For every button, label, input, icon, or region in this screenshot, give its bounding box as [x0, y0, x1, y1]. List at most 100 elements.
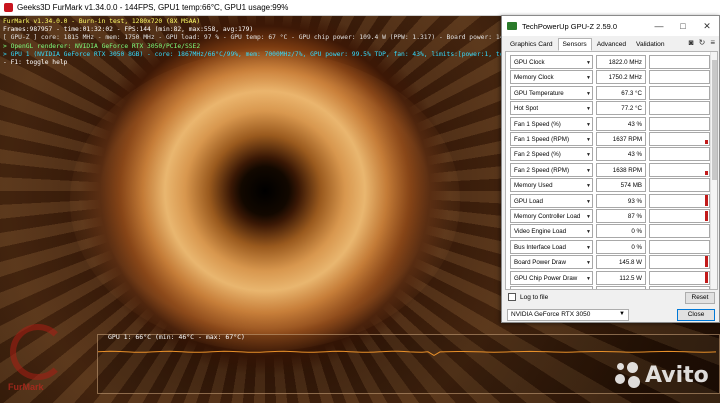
gpuz-window: TechPowerUp GPU-Z 2.59.0 — □ ✕ Graphics … [501, 15, 720, 323]
sensors-scrollbar-thumb[interactable] [712, 60, 717, 180]
refresh-icon[interactable]: ↻ [699, 38, 706, 48]
sensor-row: Memory Controller Load ▼ 87 % [510, 209, 710, 223]
camera-icon[interactable]: ◙ [689, 38, 694, 48]
furmark-titlebar: Geeks3D FurMark v1.34.0.0 - 144FPS, GPU1… [0, 0, 720, 16]
sensor-row: Fan 1 Speed (RPM) ▼ 1637 RPM [510, 132, 710, 146]
sensor-value: 93 % [596, 193, 646, 208]
gpuz-titlebar[interactable]: TechPowerUp GPU-Z 2.59.0 — □ ✕ [502, 16, 719, 36]
tab-sensors[interactable]: Sensors [557, 38, 592, 51]
sensor-name[interactable]: GPU Chip Power Draw [510, 270, 593, 285]
sensor-dropdown-icon[interactable]: ▼ [586, 199, 591, 205]
sensor-dropdown-icon[interactable]: ▼ [586, 168, 591, 174]
sensor-graph-bar [705, 211, 708, 221]
sensor-graph [649, 286, 710, 289]
furmark-logo-wordmark: FurMark [8, 382, 44, 392]
furmark-logo: FurMark [6, 320, 86, 400]
gpu-select-dropdown[interactable]: NVIDIA GeForce RTX 3050 ▼ [507, 309, 629, 321]
sensor-name[interactable]: Fan 2 Speed (%) [510, 147, 593, 162]
gpuz-window-buttons: — □ ✕ [647, 16, 719, 36]
log-to-file-checkbox[interactable] [508, 293, 516, 301]
sensor-graph [649, 239, 710, 254]
sensor-dropdown-icon[interactable]: ▼ [586, 137, 591, 143]
sensor-dropdown-icon[interactable]: ▼ [586, 245, 591, 251]
maximize-icon[interactable]: □ [671, 16, 695, 36]
sensor-graph [649, 85, 710, 100]
sensor-value: 87 % [596, 209, 646, 223]
minimize-icon[interactable]: — [647, 16, 671, 36]
sensor-value: 1822.0 MHz [596, 55, 646, 69]
gpuz-app-icon [507, 22, 517, 30]
sensor-name[interactable]: Bus Interface Load [510, 239, 593, 254]
sensor-name[interactable]: PWR_SRC Power Draw [510, 286, 593, 289]
sensor-value: 67.3 °C [596, 85, 646, 100]
tab-graphics-card[interactable]: Graphics Card [505, 38, 558, 51]
sensor-name[interactable]: Video Engine Load [510, 224, 593, 239]
sensor-row: Fan 2 Speed (%) ▼ 43 % [510, 147, 710, 162]
sensor-graph [649, 255, 710, 270]
sensor-dropdown-icon[interactable]: ▼ [586, 106, 591, 112]
furmark-window-title: Geeks3D FurMark v1.34.0.0 - 144FPS, GPU1… [17, 3, 289, 12]
sensor-graph [649, 193, 710, 208]
sensor-value: 574 MB [596, 178, 646, 193]
sensor-graph-bar [705, 194, 708, 206]
sensors-scrollbar[interactable] [710, 52, 717, 289]
sensor-row: Fan 1 Speed (%) ▼ 43 % [510, 116, 710, 131]
sensor-dropdown-icon[interactable]: ▼ [586, 229, 591, 235]
sensor-name[interactable]: GPU Clock [510, 55, 593, 69]
sensor-graph [649, 162, 710, 177]
sensor-dropdown-icon[interactable]: ▼ [586, 276, 591, 282]
sensor-dropdown-icon[interactable]: ▼ [586, 183, 591, 189]
sensor-dropdown-icon[interactable]: ▼ [586, 152, 591, 158]
menu-icon[interactable]: ≡ [710, 38, 715, 48]
sensor-row: Board Power Draw ▼ 145.8 W [510, 255, 710, 270]
log-to-file-label: Log to file [520, 293, 549, 301]
sensor-name[interactable]: Fan 2 Speed (RPM) [510, 162, 593, 177]
close-button[interactable]: Close [677, 309, 715, 321]
sensor-graph [649, 116, 710, 131]
sensor-dropdown-icon[interactable]: ▼ [586, 260, 591, 266]
close-icon[interactable]: ✕ [695, 16, 719, 36]
sensor-value: 112.5 W [596, 270, 646, 285]
sensor-row: Bus Interface Load ▼ 0 % [510, 239, 710, 254]
tab-advanced[interactable]: Advanced [592, 38, 631, 51]
avito-watermark-text: Avito [645, 362, 709, 388]
gpu-select-value: NVIDIA GeForce RTX 3050 [511, 311, 591, 318]
sensor-name[interactable]: Board Power Draw [510, 255, 593, 270]
sensor-row: Hot Spot ▼ 77.2 °C [510, 101, 710, 116]
sensor-row: GPU Temperature ▼ 67.3 °C [510, 85, 710, 100]
sensor-graph [649, 209, 710, 223]
sensor-value: 77.2 °C [596, 101, 646, 116]
reset-button[interactable]: Reset [685, 292, 715, 304]
sensor-name[interactable]: Fan 1 Speed (%) [510, 116, 593, 131]
sensor-name[interactable]: GPU Temperature [510, 85, 593, 100]
sensor-dropdown-icon[interactable]: ▼ [586, 91, 591, 97]
avito-watermark: Avito [615, 362, 709, 388]
log-to-file-option[interactable]: Log to file [508, 293, 548, 301]
sensor-row: GPU Clock ▼ 1822.0 MHz [510, 55, 710, 69]
sensor-graph [649, 147, 710, 162]
sensors-panel: GPU Clock ▼ 1822.0 MHz Memory Clock ▼ 1750.2 … [505, 51, 718, 290]
gpuz-window-title: TechPowerUp GPU-Z 2.59.0 [522, 21, 618, 31]
sensor-name[interactable]: Memory Controller Load [510, 209, 593, 223]
tab-validation[interactable]: Validation [631, 38, 669, 51]
sensor-value: 43 % [596, 116, 646, 131]
sensor-dropdown-icon[interactable]: ▼ [586, 122, 591, 128]
sensor-name[interactable]: GPU Load [510, 193, 593, 208]
sensor-name[interactable]: Memory Used [510, 178, 593, 193]
sensor-row: Video Engine Load ▼ 0 % [510, 224, 710, 239]
sensor-row: GPU Chip Power Draw ▼ 112.5 W [510, 270, 710, 285]
sensor-graph-bar [705, 140, 708, 144]
sensor-dropdown-icon[interactable]: ▼ [586, 60, 591, 66]
sensor-name[interactable]: Memory Clock [510, 70, 593, 85]
furmark-logo-swirl [10, 324, 66, 380]
sensor-value: 1750.2 MHz [596, 70, 646, 85]
temperature-graph-label: GPU 1: 66°C (min: 46°C - max: 67°C) [108, 333, 245, 341]
sensor-name[interactable]: Fan 1 Speed (RPM) [510, 132, 593, 146]
sensor-value: 1637 RPM [596, 132, 646, 146]
sensor-name[interactable]: Hot Spot [510, 101, 593, 116]
sensor-dropdown-icon[interactable]: ▼ [586, 75, 591, 81]
sensor-graph [649, 70, 710, 85]
sensor-dropdown-icon[interactable]: ▼ [586, 214, 591, 220]
sensor-value: 145.8 W [596, 255, 646, 270]
sensor-value: 1638 RPM [596, 162, 646, 177]
